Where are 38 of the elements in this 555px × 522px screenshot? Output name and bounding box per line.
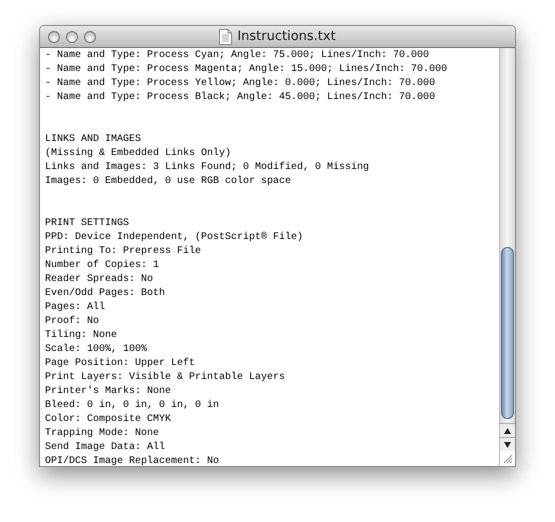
- text-line: - Name and Type: Process Cyan; Angle: 75.000; Lines/Inch: 70.000: [45, 49, 430, 63]
- text-line: Links and Images: 3 Links Found; 0 Modified, 0 Missing: [45, 161, 370, 175]
- text-line: Scale: 100%, 100%: [45, 343, 148, 357]
- text-line: - Name and Type: Process Black; Angle: 45.000; Lines/Inch: 70.000: [45, 91, 436, 105]
- text-line: - Name and Type: Process Magenta; Angle: 15.000; Lines/Inch: 70.000: [45, 63, 448, 77]
- text-line: OPI/DCS Image Replacement: No: [45, 455, 220, 466]
- document-icon: [219, 28, 232, 44]
- scroll-up-button[interactable]: [500, 423, 515, 437]
- close-button[interactable]: [48, 30, 60, 42]
- text-line: (Missing & Embedded Links Only): [45, 147, 232, 161]
- text-line: Reader Spreads: No: [45, 273, 154, 287]
- text-line: Send Image Data: All: [45, 441, 166, 455]
- text-line: Pages: All: [45, 301, 106, 315]
- zoom-button[interactable]: [84, 30, 96, 42]
- text-line: Even/Odd Pages: Both: [45, 287, 166, 301]
- window-title: Instructions.txt: [237, 29, 336, 44]
- text-line: Proof: No: [45, 315, 100, 329]
- text-line: Trapping Mode: None: [45, 427, 160, 441]
- scroll-bar[interactable]: [499, 48, 515, 466]
- resize-grip-icon[interactable]: [502, 453, 513, 464]
- text-line: Number of Copies: 1: [45, 259, 160, 273]
- scroll-down-button[interactable]: [500, 437, 515, 451]
- text-line: LINKS AND IMAGES: [45, 133, 142, 147]
- text-line: Page Position: Upper Left: [45, 357, 196, 371]
- text-line: PRINT SETTINGS: [45, 217, 130, 231]
- text-line: Printing To: Prepress File: [45, 245, 202, 259]
- text-line: Printer's Marks: None: [45, 385, 172, 399]
- down-arrow-icon: [504, 442, 511, 448]
- text-line: - Name and Type: Process Yellow; Angle: 0.000; Lines/Inch: 70.000: [45, 77, 436, 91]
- text-line: Color: Composite CMYK: [45, 413, 172, 427]
- up-arrow-icon: [504, 428, 511, 434]
- text-line: Print Layers: Visible & Printable Layers: [45, 371, 286, 385]
- text-line: PPD: Device Independent, (PostScript® File): [45, 231, 304, 245]
- text-line: Tiling: None: [45, 329, 118, 343]
- scroll-thumb[interactable]: [501, 247, 514, 419]
- minimize-button[interactable]: [66, 30, 78, 42]
- text-line: Images: 0 Embedded, 0 use RGB color space: [45, 175, 292, 189]
- text-line: Bleed: 0 in, 0 in, 0 in, 0 in: [45, 399, 220, 413]
